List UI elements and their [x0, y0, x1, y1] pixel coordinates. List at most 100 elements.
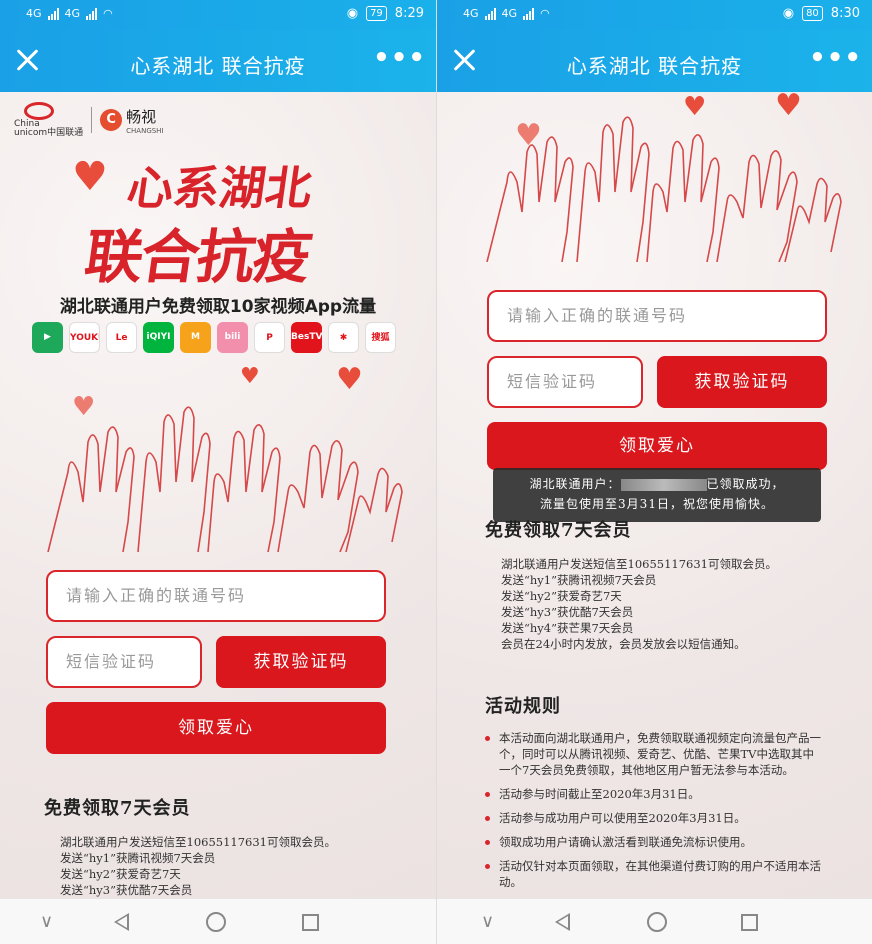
member-info-list: 湖北联通用户发送短信至10655117631可领取会员。 发送“hy1”获腾讯视… — [60, 834, 336, 898]
member-info-line: 发送“hy3”获优酷7天会员 — [60, 883, 193, 897]
toast-prefix: 湖北联通用户： — [529, 477, 621, 491]
hero-title-line2: 联合抗疫 — [80, 223, 315, 291]
hero-title-line1: 心系湖北 — [123, 161, 316, 215]
status-right: ◉ 80 8:30 — [783, 6, 860, 21]
screen-right: 4G 4G ◠ ◉ 80 8:30 心系湖北 联合抗疫 ••• ♥ ♥ ♥ 请输… — [436, 0, 872, 944]
clock: 8:30 — [830, 6, 860, 21]
battery-level: 79 — [366, 6, 387, 21]
phone-input[interactable]: 请输入正确的联通号码 — [46, 570, 386, 622]
signal-1-label: 4G — [463, 7, 479, 20]
member-info-line: 会员在24小时内发放，会员发放会以短信通知。 — [501, 637, 746, 651]
chevron-down-icon[interactable]: ∨ — [481, 913, 494, 931]
eye-icon: ◉ — [782, 6, 795, 21]
member-info-line: 发送“hy4”获芒果7天会员 — [501, 621, 634, 635]
toast-line1: 湖北联通用户： 已领取成功， — [493, 474, 821, 494]
signal-indicators: 4G 4G ◠ — [26, 7, 113, 20]
member-info-list: 湖北联通用户发送短信至10655117631可领取会员。 发送“hy1”获腾讯视… — [501, 556, 777, 652]
success-toast: 湖北联通用户： 已领取成功， 流量包使用至3月31日，祝您使用愉快。 — [493, 468, 821, 522]
signal-bars-icon — [86, 7, 98, 20]
logo-divider — [91, 107, 93, 133]
signal-indicators: 4G 4G ◠ — [463, 7, 550, 20]
status-right: ◉ 79 8:29 — [347, 6, 424, 21]
rules-list: 本活动面向湖北联通用户，免费领取联通视频定向流量包产品一个，同时可以从腾讯视频、… — [485, 730, 825, 898]
hero-subtitle: 湖北联通用户免费领取10家视频App流量 — [59, 297, 377, 317]
rule-item: 活动仅针对本页面领取，在其他渠道付费订购的用户不适用本活动。 — [485, 858, 825, 890]
recent-apps-icon[interactable] — [741, 914, 758, 931]
video-app-icon: YOUKU — [69, 322, 100, 353]
video-app-icon: iQIYI — [143, 322, 174, 353]
brand-logos: China unicom中国联通 C 畅视 CHANGSHI — [14, 102, 164, 138]
rule-item: 领取成功用户请确认激活看到联通免流标识使用。 — [485, 834, 825, 850]
system-nav-bar: ∨ — [0, 898, 436, 944]
raised-hands-illustration — [486, 116, 842, 262]
video-app-icon: P — [254, 322, 285, 353]
wifi-icon: ◠ — [103, 7, 113, 20]
title-bar: 心系湖北 联合抗疫 ••• — [0, 30, 436, 92]
video-app-icon: BesTV — [291, 322, 322, 353]
get-code-button[interactable]: 获取验证码 — [216, 636, 386, 688]
claim-button[interactable]: 领取爱心 — [487, 422, 827, 470]
system-nav-bar: ∨ — [437, 898, 872, 944]
chevron-down-icon[interactable]: ∨ — [40, 913, 53, 931]
signal-2-label: 4G — [501, 7, 518, 20]
video-app-icon: ▶ — [32, 322, 63, 353]
more-options-icon[interactable]: ••• — [373, 45, 426, 71]
back-icon[interactable] — [114, 913, 129, 931]
rule-item: 本活动面向湖北联通用户，免费领取联通视频定向流量包产品一个，同时可以从腾讯视频、… — [485, 730, 825, 778]
video-app-icon: Le — [106, 322, 137, 353]
phone-input[interactable]: 请输入正确的联通号码 — [487, 290, 827, 342]
video-app-icon: 搜狐 — [365, 322, 396, 353]
raised-hands-illustration — [47, 406, 403, 552]
status-bar: 4G 4G ◠ ◉ 79 8:29 — [0, 0, 436, 30]
china-unicom-logo: China unicom中国联通 — [14, 102, 83, 138]
page-title: 心系湖北 联合抗疫 — [130, 54, 306, 78]
claim-button[interactable]: 领取爱心 — [46, 702, 386, 754]
rule-item: 活动参与成功用户可以使用至2020年3月31日。 — [485, 810, 825, 826]
member-info-line: 发送“hy1”获腾讯视频7天会员 — [501, 573, 657, 587]
video-app-icon: M — [180, 322, 211, 353]
member-info-line: 湖北联通用户发送短信至10655117631可领取会员。 — [501, 557, 777, 571]
signal-bars-icon — [47, 7, 59, 20]
rule-item: 活动参与时间截止至2020年3月31日。 — [485, 786, 825, 802]
member-info-line: 发送“hy2”获爱奇艺7天 — [501, 589, 622, 603]
member-section-title: 免费领取7天会员 — [44, 798, 191, 819]
video-app-icon: ✱ — [328, 322, 359, 353]
member-info-line: 发送“hy3”获优酷7天会员 — [501, 605, 634, 619]
back-icon[interactable] — [555, 913, 570, 931]
page-content[interactable]: China unicom中国联通 C 畅视 CHANGSHI ♥ ♥ ♥ ♥ 心… — [0, 92, 436, 898]
signal-bars-icon — [484, 7, 496, 20]
masked-phone-number — [620, 478, 707, 491]
signal-bars-icon — [523, 7, 535, 20]
unicom-knot-icon — [24, 102, 54, 120]
toast-line2: 流量包使用至3月31日，祝您使用愉快。 — [540, 497, 774, 511]
member-info-line: 发送“hy2”获爱奇艺7天 — [60, 867, 181, 881]
member-info-line: 发送“hy1”获腾讯视频7天会员 — [60, 851, 216, 865]
hero-title: 心系湖北 联合抗疫 — [70, 152, 370, 291]
clock: 8:29 — [394, 6, 424, 21]
wifi-icon: ◠ — [540, 7, 550, 20]
battery-level: 80 — [802, 6, 823, 21]
changshi-logo: C 畅视 CHANGSHI — [100, 106, 164, 135]
page-content[interactable]: ♥ ♥ ♥ 请输入正确的联通号码 短信验证码 获取验证码 领取爱心 湖北联通用户… — [437, 92, 872, 898]
sms-code-input[interactable]: 短信验证码 — [46, 636, 202, 688]
eye-icon: ◉ — [346, 6, 359, 21]
video-app-icons: ▶YOUKULeiQIYIMbiliPBesTV✱搜狐 — [32, 322, 396, 353]
changshi-icon: C — [100, 109, 123, 131]
screen-left: 4G 4G ◠ ◉ 79 8:29 心系湖北 联合抗疫 ••• China un… — [0, 0, 436, 944]
changshi-sub: CHANGSHI — [126, 126, 164, 135]
unicom-logo-text-cn: unicom中国联通 — [14, 128, 84, 138]
recent-apps-icon[interactable] — [302, 914, 319, 931]
video-app-icon: bili — [217, 322, 248, 353]
more-options-icon[interactable]: ••• — [809, 45, 862, 71]
sms-code-input[interactable]: 短信验证码 — [487, 356, 643, 408]
member-info-line: 湖北联通用户发送短信至10655117631可领取会员。 — [60, 835, 336, 849]
get-code-button[interactable]: 获取验证码 — [657, 356, 827, 408]
signal-2-label: 4G — [64, 7, 81, 20]
member-section-title: 免费领取7天会员 — [485, 520, 632, 541]
status-bar: 4G 4G ◠ ◉ 80 8:30 — [437, 0, 872, 30]
title-bar: 心系湖北 联合抗疫 ••• — [437, 30, 872, 92]
home-icon[interactable] — [647, 912, 667, 932]
home-icon[interactable] — [206, 912, 226, 932]
changshi-name: 畅视 — [126, 107, 157, 126]
page-title: 心系湖北 联合抗疫 — [566, 54, 743, 78]
